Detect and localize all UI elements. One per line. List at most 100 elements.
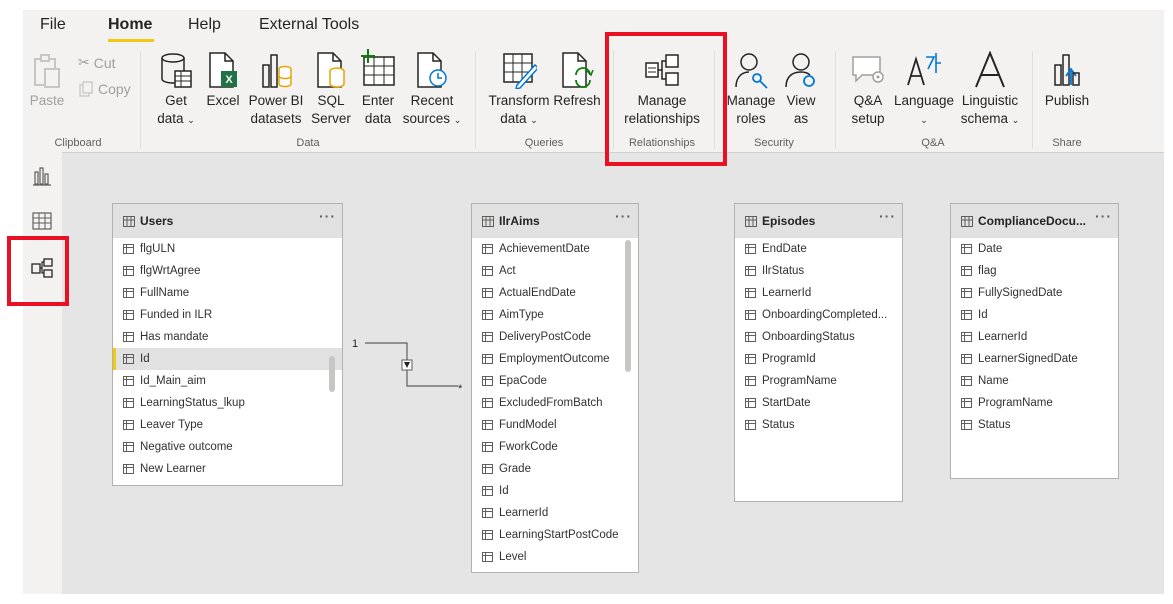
table-plus-icon [361, 49, 395, 86]
publish-button[interactable]: Publish [1041, 51, 1093, 110]
field-name: FullName [140, 287, 190, 299]
ribbon: Paste ✂ Cut Copy Clipboard Get data ⌄ X … [23, 45, 1164, 152]
field-row[interactable]: LearnerId [951, 326, 1118, 348]
transform-data-button[interactable]: Transform data ⌄ [487, 51, 551, 129]
field-row[interactable]: LearnerSignedDate [951, 348, 1118, 370]
sql-server-button[interactable]: SQL Server [311, 51, 351, 128]
field-row[interactable]: LearningStatus_lkup [113, 392, 342, 414]
field-row[interactable]: flgULN [113, 238, 342, 260]
field-row[interactable]: LearnerId [735, 282, 902, 304]
table-card-ilraims[interactable]: IlrAims ··· AchievementDate Act ActualEn… [471, 203, 639, 573]
table-card-users[interactable]: Users ··· flgULN flgWrtAgree FullName Fu… [112, 203, 343, 486]
field-row[interactable]: Status [735, 414, 902, 436]
field-row[interactable]: Funded in ILR [113, 304, 342, 326]
copy-icon [79, 81, 93, 97]
field-row[interactable]: Name [951, 370, 1118, 392]
tab-file[interactable]: File [40, 16, 66, 34]
report-view-icon[interactable] [30, 164, 54, 188]
more-options-icon[interactable]: ··· [615, 208, 632, 224]
cut-button[interactable]: ✂ Cut [78, 54, 116, 71]
field-name: Funded in ILR [140, 309, 213, 321]
refresh-icon [562, 52, 594, 88]
field-row[interactable]: AchievementDate [472, 238, 638, 260]
more-options-icon[interactable]: ··· [879, 208, 896, 224]
field-row[interactable]: Level [472, 546, 638, 568]
more-options-icon[interactable]: ··· [319, 208, 336, 224]
table-header[interactable]: ComplianceDocu... ··· [951, 204, 1118, 238]
field-row[interactable]: StartDate [735, 392, 902, 414]
field-row[interactable]: ExcludedFromBatch [472, 392, 638, 414]
scrollbar[interactable] [329, 356, 335, 392]
field-icon [745, 398, 756, 408]
excel-icon: X [209, 52, 237, 88]
model-canvas[interactable]: Users ··· flgULN flgWrtAgree FullName Fu… [62, 152, 1164, 594]
copy-button[interactable]: Copy [78, 81, 131, 97]
field-row[interactable]: ProgramName [735, 370, 902, 392]
field-row[interactable]: DeliveryPostCode [472, 326, 638, 348]
field-row[interactable]: Id [951, 304, 1118, 326]
table-header[interactable]: Episodes ··· [735, 204, 902, 238]
field-row[interactable]: Leaver Type [113, 414, 342, 436]
field-row[interactable]: Act [472, 260, 638, 282]
field-row[interactable]: LearnerId [472, 502, 638, 524]
field-row[interactable]: Grade [472, 458, 638, 480]
field-row[interactable]: LearningStartPostCode [472, 524, 638, 546]
field-row[interactable]: Id_Main_aim [113, 370, 342, 392]
field-row[interactable]: ProgramName [951, 392, 1118, 414]
field-row[interactable]: Id [472, 480, 638, 502]
field-row-selected[interactable]: Id [113, 348, 342, 370]
field-row[interactable]: FullName [113, 282, 342, 304]
power-bi-datasets-button[interactable]: Power BI datasets [247, 51, 305, 128]
field-row[interactable]: AimType [472, 304, 638, 326]
field-row[interactable]: Has mandate [113, 326, 342, 348]
field-name: FundModel [499, 419, 557, 431]
refresh-button[interactable]: Refresh [553, 51, 601, 110]
tab-home[interactable]: Home [108, 16, 152, 34]
field-row[interactable]: flgWrtAgree [113, 260, 342, 282]
scrollbar[interactable] [625, 240, 631, 372]
sql-label-1: SQL [317, 93, 345, 108]
excel-button[interactable]: X Excel [205, 51, 241, 110]
get-data-button[interactable]: Get data ⌄ [155, 51, 197, 129]
more-options-icon[interactable]: ··· [1095, 208, 1112, 224]
paste-button[interactable]: Paste [29, 53, 65, 110]
recent-sources-button[interactable]: Recent sources ⌄ [402, 51, 462, 129]
field-icon [482, 288, 493, 298]
clipboard-group-label: Clipboard [54, 137, 102, 149]
relationship-line[interactable] [343, 333, 473, 403]
table-card-compliance-documents[interactable]: ComplianceDocu... ··· Date flag FullySig… [950, 203, 1119, 479]
language-button[interactable]: Language ⌄ [893, 51, 955, 129]
tab-external-tools[interactable]: External Tools [259, 16, 359, 34]
field-row[interactable]: flag [951, 260, 1118, 282]
linguistic-schema-button[interactable]: Linguistic schema ⌄ [959, 51, 1021, 129]
field-icon [482, 376, 493, 386]
field-row[interactable]: EndDate [735, 238, 902, 260]
field-row[interactable]: ProgramId [735, 348, 902, 370]
field-row[interactable]: FundModel [472, 414, 638, 436]
field-row[interactable]: FworkCode [472, 436, 638, 458]
qa-setup-button[interactable]: Q&A setup [845, 51, 891, 128]
field-row[interactable]: Status [951, 414, 1118, 436]
field-row[interactable]: Negative outcome [113, 436, 342, 458]
field-row[interactable]: OnboardingStatus [735, 326, 902, 348]
enter-data-button[interactable]: Enter data [359, 49, 397, 128]
field-row[interactable]: FullySignedDate [951, 282, 1118, 304]
field-row[interactable]: EmploymentOutcome [472, 348, 638, 370]
field-icon [123, 332, 134, 342]
table-card-episodes[interactable]: Episodes ··· EndDate IlrStatus LearnerId… [734, 203, 903, 502]
data-view-icon[interactable] [30, 209, 54, 233]
view-as-button[interactable]: View as [779, 51, 823, 128]
manage-roles-button[interactable]: Manage roles [725, 51, 777, 128]
field-name: Status [762, 419, 795, 431]
field-name: LearnerId [978, 331, 1028, 343]
field-row[interactable]: New Learner [113, 458, 342, 480]
table-header[interactable]: IlrAims ··· [472, 204, 638, 238]
power-bi-window: File Home Help External Tools Paste ✂ Cu… [23, 10, 1164, 594]
field-row[interactable]: EpaCode [472, 370, 638, 392]
tab-help[interactable]: Help [188, 16, 221, 34]
field-row[interactable]: Date [951, 238, 1118, 260]
field-row[interactable]: IlrStatus [735, 260, 902, 282]
table-header[interactable]: Users ··· [113, 204, 342, 238]
field-row[interactable]: OnboardingCompleted... [735, 304, 902, 326]
field-row[interactable]: ActualEndDate [472, 282, 638, 304]
